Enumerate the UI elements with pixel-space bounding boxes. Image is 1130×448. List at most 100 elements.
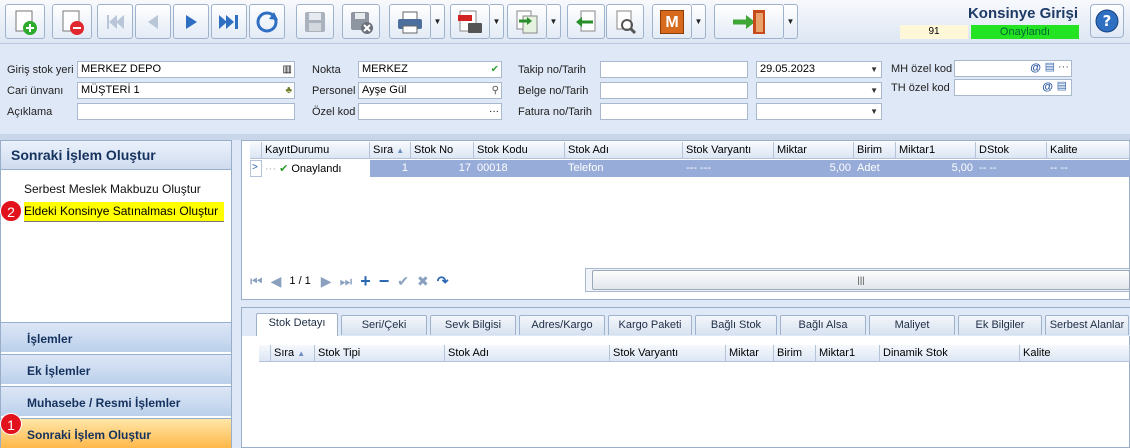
nav-muhasebe-resmi-islemler[interactable]: Muhasebe / Resmi İşlemler [1,386,231,416]
takip-tarih-field[interactable]: 29.05.2023 ▼ [756,61,882,78]
nokta-field[interactable]: MERKEZ ✔ [358,61,502,78]
giris-stok-yeri-field[interactable]: MERKEZ DEPO ▥ [77,61,295,78]
import-button[interactable] [567,4,605,39]
refresh-row-icon[interactable]: ↷ [437,273,449,290]
cell-stok-no[interactable]: 17 [411,160,474,177]
personel-field[interactable]: Ayşe Gül ⚲ [358,82,502,99]
dcol-miktar[interactable]: Miktar [726,345,774,362]
tab-serbest-alanlar[interactable]: Serbest Alanlar [1045,315,1129,335]
print-dropdown[interactable]: ▼ [431,4,445,39]
col-stok-kodu[interactable]: Stok Kodu [474,142,565,159]
ozel-kod-field[interactable]: ··· [358,103,502,120]
chevron-down-icon[interactable]: ▼ [870,63,878,76]
dcol-stok-adi[interactable]: Stok Adı [445,345,610,362]
at-icon[interactable]: @ [1042,81,1053,94]
dcol-sira[interactable]: Sıra ▲ [271,345,315,362]
card-icon[interactable]: ▤ [1045,61,1055,74]
ellipsis-icon[interactable]: ··· [489,105,499,118]
dcol-dinamik-stok[interactable]: Dinamik Stok [880,345,1020,362]
fatura-tarih-field[interactable]: ▼ [756,103,882,120]
nav-islemler[interactable]: İşlemler [1,322,231,352]
col-stok-varyanti[interactable]: Stok Varyantı [683,142,774,159]
cell-stok-adi[interactable]: Telefon [565,160,683,177]
last-button[interactable] [211,4,247,39]
new-button[interactable] [5,4,45,39]
tools-button[interactable] [606,4,644,39]
save-button[interactable] [296,4,334,39]
fatura-no-field[interactable] [600,103,748,120]
link-serbest-meslek-makbuzu[interactable]: Serbest Meslek Makbuzu Oluştur [24,182,201,196]
at-icon[interactable]: @ [1030,62,1041,75]
takip-no-field[interactable] [600,61,748,78]
nav-prev-icon[interactable]: ◀ [271,273,282,290]
cell-miktar1[interactable]: 5,00 [896,160,976,177]
barcode-icon[interactable]: ▥ [283,63,292,76]
belge-tarih-field[interactable]: ▼ [756,82,882,99]
cell-dstok[interactable]: -- -- [976,160,1047,177]
m-dropdown[interactable]: ▼ [692,4,706,39]
cell-miktar[interactable]: 5,00 [774,160,854,177]
col-birim[interactable]: Birim [854,142,896,159]
chevron-down-icon[interactable]: ▼ [870,105,878,118]
card-icon[interactable]: ▤ [1057,80,1067,93]
refresh-button[interactable] [249,4,285,39]
vertical-splitter[interactable] [233,140,241,448]
col-kayit-durumu[interactable]: KayıtDurumu [262,142,370,159]
delete-button[interactable] [52,4,92,39]
export-button[interactable] [507,4,547,39]
exit-dropdown[interactable]: ▼ [784,4,798,39]
col-stok-adi[interactable]: Stok Adı [565,142,683,159]
cell-birim[interactable]: Adet [854,160,896,177]
col-stok-no[interactable]: Stok No [411,142,474,159]
col-sira[interactable]: Sıra ▲ [370,142,411,159]
cell-kayit-durumu[interactable]: ··· ✔ Onaylandı [262,160,370,177]
dcol-kalite[interactable]: Kalite [1020,345,1130,362]
tab-sevk-bilgisi[interactable]: Sevk Bilgisi [430,315,516,335]
nav-first-icon[interactable]: ⏮ [250,273,263,290]
cari-unvani-field[interactable]: MÜŞTERİ 1 ♣ [77,82,295,99]
save-close-button[interactable] [342,4,380,39]
dcol-birim[interactable]: Birim [774,345,816,362]
m-button[interactable]: M [652,4,692,39]
confirm-row-icon[interactable]: ✔ [397,273,409,290]
cell-stok-varyanti[interactable]: --- --- [683,160,774,177]
col-miktar1[interactable]: Miktar1 [896,142,976,159]
remove-row-icon[interactable]: − [379,271,390,292]
chevron-down-icon[interactable]: ▼ [870,84,878,97]
users-icon[interactable]: ♣ [285,84,292,97]
col-miktar[interactable]: Miktar [774,142,854,159]
cell-kalite[interactable]: -- -- [1047,160,1130,177]
scrollbar-thumb[interactable]: ||| [592,270,1130,290]
pdf-dropdown[interactable]: ▼ [490,4,504,39]
tab-maliyet[interactable]: Maliyet [869,315,955,335]
tab-bagli-alsa[interactable]: Bağlı Alsa [780,315,866,335]
dcol-stok-tipi[interactable]: Stok Tipi [315,345,445,362]
belge-no-field[interactable] [600,82,748,99]
nav-ek-islemler[interactable]: Ek İşlemler [1,354,231,384]
next-button[interactable] [173,4,209,39]
person-search-icon[interactable]: ⚲ [492,84,499,97]
aciklama-field[interactable] [77,103,295,120]
col-kalite[interactable]: Kalite [1047,142,1130,159]
print-button[interactable] [389,4,431,39]
help-button[interactable]: ? [1090,4,1124,38]
pdf-button[interactable] [450,4,490,39]
check-icon[interactable]: ✔ [491,63,499,76]
tab-ek-bilgiler[interactable]: Ek Bilgiler [958,315,1042,335]
exit-button[interactable] [714,4,784,39]
add-row-icon[interactable]: + [360,271,371,292]
first-button[interactable] [97,4,133,39]
cell-sira[interactable]: 1 [370,160,411,177]
th-ozel-kod-field[interactable]: @ ▤ [954,79,1072,96]
dcol-stok-varyanti[interactable]: Stok Varyantı [610,345,726,362]
ellipsis-icon[interactable]: ··· [1058,61,1069,74]
nav-sonraki-islem-olustur[interactable]: Sonraki İşlem Oluştur [1,418,231,448]
prev-button[interactable] [135,4,171,39]
tab-bagli-stok[interactable]: Bağlı Stok [695,315,777,335]
cancel-row-icon[interactable]: ✖ [417,273,429,290]
col-dstok[interactable]: DStok [976,142,1047,159]
tab-adres-kargo[interactable]: Adres/Kargo [519,315,605,335]
dcol-miktar1[interactable]: Miktar1 [816,345,880,362]
cell-stok-kodu[interactable]: 00018 [474,160,565,177]
tab-stok-detayi[interactable]: Stok Detayı [256,313,338,336]
